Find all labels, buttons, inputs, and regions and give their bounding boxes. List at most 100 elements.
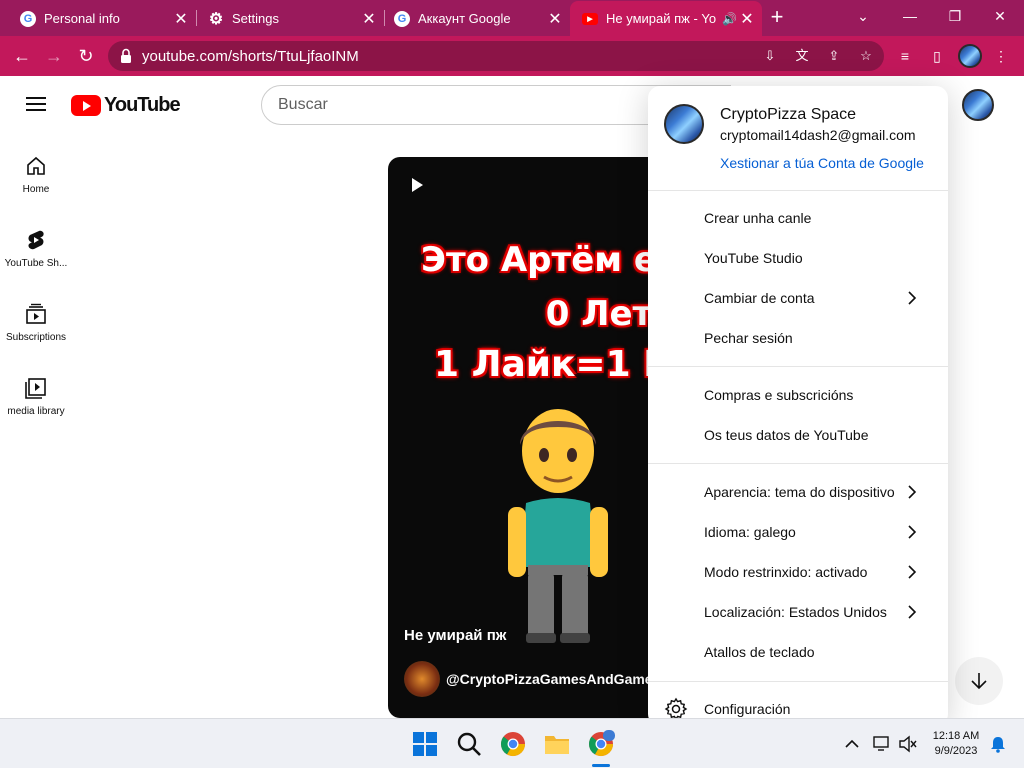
share-icon[interactable]: ⇪ bbox=[824, 47, 844, 65]
subscriptions-icon bbox=[0, 302, 72, 326]
manage-google-account-link[interactable]: Xestionar a túa Conta de Google bbox=[720, 155, 924, 171]
close-tab-icon[interactable]: ✕ bbox=[546, 9, 564, 29]
lock-icon bbox=[121, 48, 131, 63]
channel-avatar[interactable] bbox=[404, 661, 440, 697]
screen: G Personal info ✕ ⚙ Settings ✕ G Аккаунт… bbox=[0, 0, 1024, 768]
guide-item-library[interactable]: media library bbox=[0, 376, 72, 417]
short-title[interactable]: Не умирай пж bbox=[404, 627, 506, 644]
home-icon bbox=[0, 154, 72, 178]
active-app-indicator bbox=[592, 764, 610, 767]
menu-item-restricted-mode[interactable]: Modo restrinxido: activado bbox=[648, 552, 948, 592]
menu-item-your-data[interactable]: Os teus datos de YouTube bbox=[648, 415, 948, 455]
windows-taskbar: 12:18 AM 9/9/2023 bbox=[0, 718, 1024, 768]
menu-item-label: Compras e subscricións bbox=[704, 387, 854, 403]
person-standing-emoji bbox=[508, 409, 608, 643]
menu-item-label: YouTube Studio bbox=[704, 250, 803, 266]
menu-item-purchases[interactable]: Compras e subscricións bbox=[648, 375, 948, 415]
menu-item-create-channel[interactable]: Crear unha canle bbox=[648, 198, 948, 238]
guide-item-shorts[interactable]: YouTube Sh... bbox=[0, 228, 72, 269]
menu-item-sign-out[interactable]: Pechar sesión bbox=[648, 318, 948, 358]
guide-label: Subscriptions bbox=[5, 332, 67, 343]
menu-item-keyboard-shortcuts[interactable]: Atallos de teclado bbox=[648, 632, 948, 672]
youtube-icon: ▶ bbox=[582, 12, 598, 25]
menu-divider bbox=[648, 190, 948, 191]
media-controls-icon[interactable]: ≡ bbox=[894, 45, 916, 67]
browser-tab-strip: G Personal info ✕ ⚙ Settings ✕ G Аккаунт… bbox=[0, 0, 1024, 36]
chrome-profile-avatar[interactable] bbox=[958, 44, 982, 68]
search-placeholder: Buscar bbox=[278, 96, 328, 113]
library-icon bbox=[0, 376, 72, 400]
chevron-right-icon bbox=[908, 565, 917, 579]
chrome-icon[interactable] bbox=[499, 730, 527, 758]
search-icon[interactable] bbox=[455, 730, 483, 758]
guide-label: media library bbox=[7, 406, 65, 417]
back-button[interactable]: ← bbox=[10, 44, 34, 68]
chevron-right-icon bbox=[908, 485, 917, 499]
tab-personal-info[interactable]: G Personal info ✕ bbox=[0, 1, 196, 36]
system-clock[interactable]: 12:18 AM 9/9/2023 bbox=[924, 729, 988, 759]
close-window-button[interactable]: ✕ bbox=[980, 4, 1020, 28]
file-explorer-icon[interactable] bbox=[543, 730, 571, 758]
notification-bell-icon[interactable] bbox=[988, 735, 1008, 753]
account-avatar-button[interactable] bbox=[962, 89, 994, 121]
translate-icon[interactable]: 文 bbox=[792, 47, 812, 65]
menu-item-label: Crear unha canle bbox=[704, 210, 812, 226]
install-app-icon[interactable]: ⇩ bbox=[760, 47, 780, 65]
tab-youtube-short[interactable]: ▶ Не умирай пж - Yo 🔊 ✕ bbox=[570, 1, 762, 36]
menu-item-language[interactable]: Idioma: galego bbox=[648, 512, 948, 552]
menu-item-label: Cambiar de conta bbox=[704, 290, 815, 306]
arrow-down-icon bbox=[971, 673, 987, 690]
volume-muted-icon[interactable] bbox=[898, 735, 918, 753]
chevron-up-icon[interactable] bbox=[842, 735, 862, 753]
new-tab-button[interactable]: + bbox=[766, 6, 788, 28]
menu-item-location[interactable]: Localización: Estados Unidos bbox=[648, 592, 948, 632]
next-short-button[interactable] bbox=[955, 657, 1003, 705]
guide-item-home[interactable]: Home bbox=[0, 154, 72, 195]
chevron-right-icon bbox=[908, 525, 917, 539]
channel-handle[interactable]: @CryptoPizzaGamesAndGames bbox=[446, 671, 660, 687]
network-icon[interactable] bbox=[872, 735, 892, 753]
guide-menu-button[interactable] bbox=[26, 97, 46, 111]
address-bar[interactable]: youtube.com/shorts/TtuLjfaoINM ⇩ 文 ⇪ ☆ bbox=[108, 41, 884, 71]
restore-button[interactable]: ❐ bbox=[935, 4, 975, 28]
browser-toolbar: ← → ↻ youtube.com/shorts/TtuLjfaoINM ⇩ 文… bbox=[0, 36, 1024, 76]
chrome-profile-icon[interactable] bbox=[587, 730, 615, 758]
close-tab-icon[interactable]: ✕ bbox=[738, 9, 756, 29]
shorts-icon bbox=[0, 228, 72, 252]
menu-item-appearance[interactable]: Aparencia: tema do dispositivo bbox=[648, 472, 948, 512]
account-email: cryptomail14dash2@gmail.com bbox=[720, 127, 916, 143]
menu-item-switch-account[interactable]: Cambiar de conta bbox=[648, 278, 948, 318]
clock-date: 9/9/2023 bbox=[934, 745, 978, 757]
minimize-button[interactable]: — bbox=[890, 4, 930, 28]
guide-item-subscriptions[interactable]: Subscriptions bbox=[0, 302, 72, 343]
play-icon[interactable] bbox=[412, 178, 423, 192]
clock-time: 12:18 AM bbox=[932, 730, 980, 742]
side-panel-icon[interactable]: ▯ bbox=[926, 45, 948, 67]
menu-item-label: Configuración bbox=[704, 701, 791, 717]
tab-search-button[interactable]: ⌄ bbox=[843, 4, 883, 28]
google-g-icon: G bbox=[394, 10, 410, 27]
tab-title: Settings bbox=[232, 11, 279, 26]
menu-divider bbox=[648, 366, 948, 367]
youtube-logo[interactable]: YouTube bbox=[71, 94, 181, 117]
menu-divider bbox=[648, 681, 948, 682]
menu-item-label: Modo restrinxido: activado bbox=[704, 564, 868, 580]
chrome-menu-icon[interactable]: ⋮ bbox=[990, 45, 1012, 67]
menu-item-youtube-studio[interactable]: YouTube Studio bbox=[648, 238, 948, 278]
menu-item-label: Aparencia: tema do dispositivo bbox=[704, 484, 895, 500]
gear-icon: ⚙ bbox=[208, 10, 224, 28]
short-video-player[interactable]: Это Артём ем 0 Лет 1 Лайк=1 Год Не умира… bbox=[388, 157, 688, 718]
chevron-right-icon bbox=[908, 605, 917, 619]
reload-button[interactable]: ↻ bbox=[74, 44, 98, 68]
forward-button[interactable]: → bbox=[42, 44, 66, 68]
tab-settings[interactable]: ⚙ Settings ✕ bbox=[188, 1, 384, 36]
menu-item-label: Pechar sesión bbox=[704, 330, 793, 346]
url-text: youtube.com/shorts/TtuLjfaoINM bbox=[142, 48, 359, 65]
windows-start-icon[interactable] bbox=[411, 730, 439, 758]
short-overlay-text-line2: 0 Лет bbox=[545, 294, 653, 334]
bookmark-star-icon[interactable]: ☆ bbox=[856, 47, 876, 65]
audio-playing-icon[interactable]: 🔊 bbox=[722, 12, 737, 26]
tab-google-account[interactable]: G Аккаунт Google ✕ bbox=[374, 1, 570, 36]
tab-title: Не умирай пж - Yo bbox=[606, 11, 717, 26]
guide-label: Home bbox=[22, 184, 50, 195]
